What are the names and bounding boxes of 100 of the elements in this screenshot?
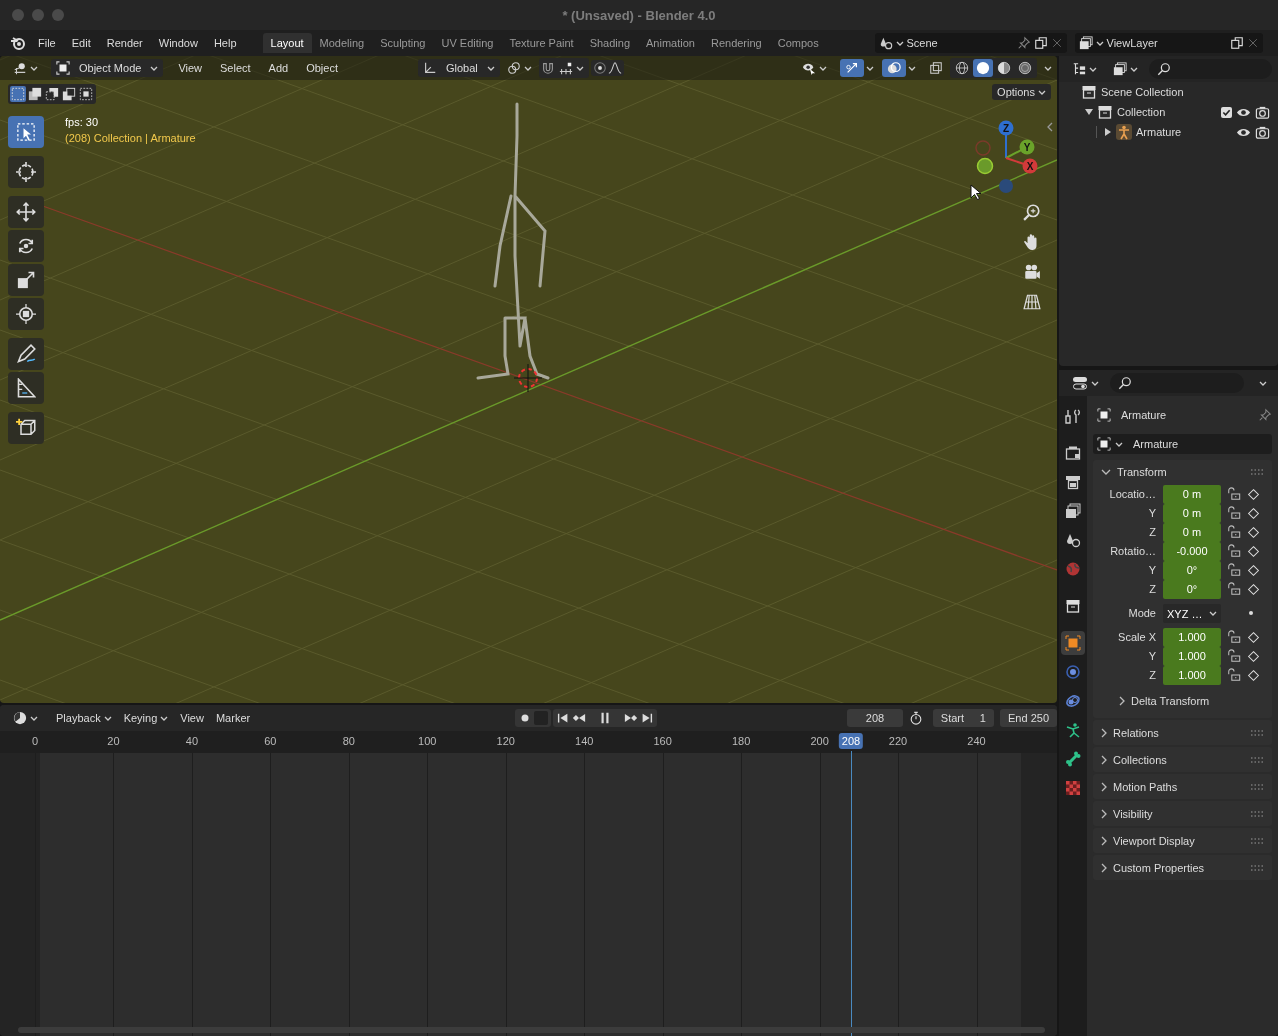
menu-item[interactable]: Object xyxy=(301,60,343,76)
workspace-tab[interactable]: Compos xyxy=(769,33,827,53)
menu-item[interactable]: Window xyxy=(150,34,206,52)
tool-button[interactable] xyxy=(8,156,44,188)
axis-handle[interactable]: Y xyxy=(1005,139,1035,159)
expand-arrow-icon[interactable] xyxy=(1104,128,1112,136)
blender-logo-icon[interactable] xyxy=(10,35,26,51)
menu-item[interactable]: Render xyxy=(98,34,151,52)
tool-button[interactable] xyxy=(8,372,44,404)
workspace-tab[interactable]: Rendering xyxy=(702,33,770,53)
keyframe-diamond-icon[interactable] xyxy=(1247,630,1260,644)
view-layer-selector[interactable]: ViewLayer xyxy=(1074,33,1263,53)
close-icon[interactable] xyxy=(1246,37,1259,49)
menu-item[interactable]: Playback xyxy=(51,710,117,726)
panel-header[interactable]: Transform xyxy=(1093,460,1272,484)
outliner-row[interactable]: Collection xyxy=(1059,102,1278,122)
render-camera-icon[interactable] xyxy=(1255,124,1270,140)
sidebar-toggle-icon[interactable] xyxy=(1047,122,1053,132)
falloff-curve-icon[interactable] xyxy=(607,61,622,75)
menu-item[interactable]: Edit xyxy=(63,34,99,52)
unlocked-padlock-icon[interactable] xyxy=(1227,487,1241,501)
tool-button[interactable] xyxy=(8,264,44,296)
pin-icon[interactable] xyxy=(1016,36,1031,50)
3d-cursor-icon[interactable] xyxy=(513,363,543,393)
menu-item[interactable]: File xyxy=(30,34,64,52)
keyframe-diamond-icon[interactable] xyxy=(1247,487,1260,501)
number-field[interactable]: 0 m xyxy=(1163,484,1221,504)
keyframe-diamond-icon[interactable] xyxy=(1247,563,1260,577)
workspace-tab[interactable]: Animation xyxy=(638,33,703,53)
unlocked-padlock-icon[interactable] xyxy=(1227,506,1241,520)
menu-item[interactable]: Help xyxy=(205,34,245,52)
tool-button[interactable] xyxy=(8,116,44,148)
workspace-tab[interactable]: Modeling xyxy=(311,33,373,53)
options-dropdown[interactable]: Options xyxy=(992,84,1051,100)
workspace-tab[interactable]: Layout xyxy=(262,33,312,53)
workspace-tab[interactable]: Sculpting xyxy=(372,33,434,53)
orientation-dropdown[interactable]: Global xyxy=(418,59,500,77)
next-keyframe-icon[interactable] xyxy=(624,711,639,725)
menu-item[interactable]: View xyxy=(173,60,208,76)
select-mode-button[interactable] xyxy=(44,86,60,102)
search-field[interactable] xyxy=(1110,373,1244,393)
select-mode-button[interactable] xyxy=(61,86,77,102)
proportional-edit-icon[interactable] xyxy=(592,61,607,75)
playhead-frame-indicator[interactable]: 208 xyxy=(838,733,864,749)
number-field[interactable]: 0° xyxy=(1163,579,1221,599)
keyframe-diamond-icon[interactable] xyxy=(1247,668,1260,682)
drag-handle-icon[interactable] xyxy=(1250,864,1264,871)
unlocked-padlock-icon[interactable] xyxy=(1227,649,1241,663)
current-frame-field[interactable]: 208 xyxy=(847,709,903,727)
select-mode-button[interactable] xyxy=(27,86,43,102)
panel-header[interactable]: Motion Paths xyxy=(1093,774,1272,799)
menu-item[interactable]: Marker xyxy=(210,710,256,726)
unlocked-padlock-icon[interactable] xyxy=(1227,525,1241,539)
panel-header[interactable]: Relations xyxy=(1093,720,1272,745)
tool-button[interactable] xyxy=(8,230,44,262)
panel-header[interactable]: Visibility xyxy=(1093,801,1272,826)
number-field[interactable]: 0 m xyxy=(1163,522,1221,542)
previous-keyframe-icon[interactable] xyxy=(572,711,587,725)
keyframe-diamond-icon[interactable] xyxy=(1247,649,1260,663)
number-field[interactable]: 1.000 xyxy=(1163,627,1221,647)
unlocked-padlock-icon[interactable] xyxy=(1227,668,1241,682)
outliner-row[interactable]: Scene Collection xyxy=(1059,82,1278,102)
select-mode-button[interactable] xyxy=(78,86,94,102)
workspace-tab[interactable]: UV Editing xyxy=(433,33,502,53)
axis-handle[interactable]: X xyxy=(1005,157,1038,174)
tool-button[interactable] xyxy=(8,338,44,370)
tool-button[interactable] xyxy=(8,412,44,444)
subpanel-header[interactable]: Delta Transform xyxy=(1093,688,1272,714)
panel-header[interactable]: Collections xyxy=(1093,747,1272,772)
drag-handle-icon[interactable] xyxy=(1250,783,1264,790)
menu-item[interactable]: View xyxy=(175,710,209,726)
render-camera-icon[interactable] xyxy=(1255,104,1270,120)
close-icon[interactable] xyxy=(1050,37,1063,49)
unlocked-padlock-icon[interactable] xyxy=(1227,563,1241,577)
end-frame-field[interactable]: End 250 xyxy=(999,709,1057,727)
number-field[interactable]: -0.000 xyxy=(1163,541,1221,561)
keyframe-dot-icon[interactable] xyxy=(1249,611,1253,615)
horizontal-scrollbar[interactable] xyxy=(18,1027,1045,1033)
jump-end-icon[interactable] xyxy=(640,711,655,725)
start-frame-field[interactable]: Start 1 xyxy=(932,709,994,727)
duplicate-icon[interactable] xyxy=(1033,36,1048,50)
tool-button[interactable] xyxy=(8,196,44,228)
scene-selector[interactable]: Scene xyxy=(874,33,1067,53)
panel-header[interactable]: Viewport Display xyxy=(1093,828,1272,853)
keyframe-diamond-icon[interactable] xyxy=(1247,582,1260,596)
stopwatch-icon[interactable] xyxy=(908,711,923,725)
number-field[interactable]: 0° xyxy=(1163,560,1221,580)
number-field[interactable]: 1.000 xyxy=(1163,665,1221,685)
duplicate-icon[interactable] xyxy=(1229,36,1244,50)
overlays-toggle[interactable] xyxy=(882,59,906,77)
object-name-field[interactable]: Armature xyxy=(1093,434,1272,454)
menu-item[interactable]: Select xyxy=(215,60,256,76)
properties-tab[interactable] xyxy=(1061,631,1085,655)
playhead-line[interactable] xyxy=(850,751,852,1036)
number-field[interactable]: 0 m xyxy=(1163,503,1221,523)
search-field[interactable] xyxy=(1149,59,1272,79)
drag-handle-icon[interactable] xyxy=(1250,837,1264,844)
shading-button[interactable] xyxy=(973,59,993,77)
drag-handle-icon[interactable] xyxy=(1250,810,1264,817)
number-field[interactable]: 1.000 xyxy=(1163,646,1221,666)
